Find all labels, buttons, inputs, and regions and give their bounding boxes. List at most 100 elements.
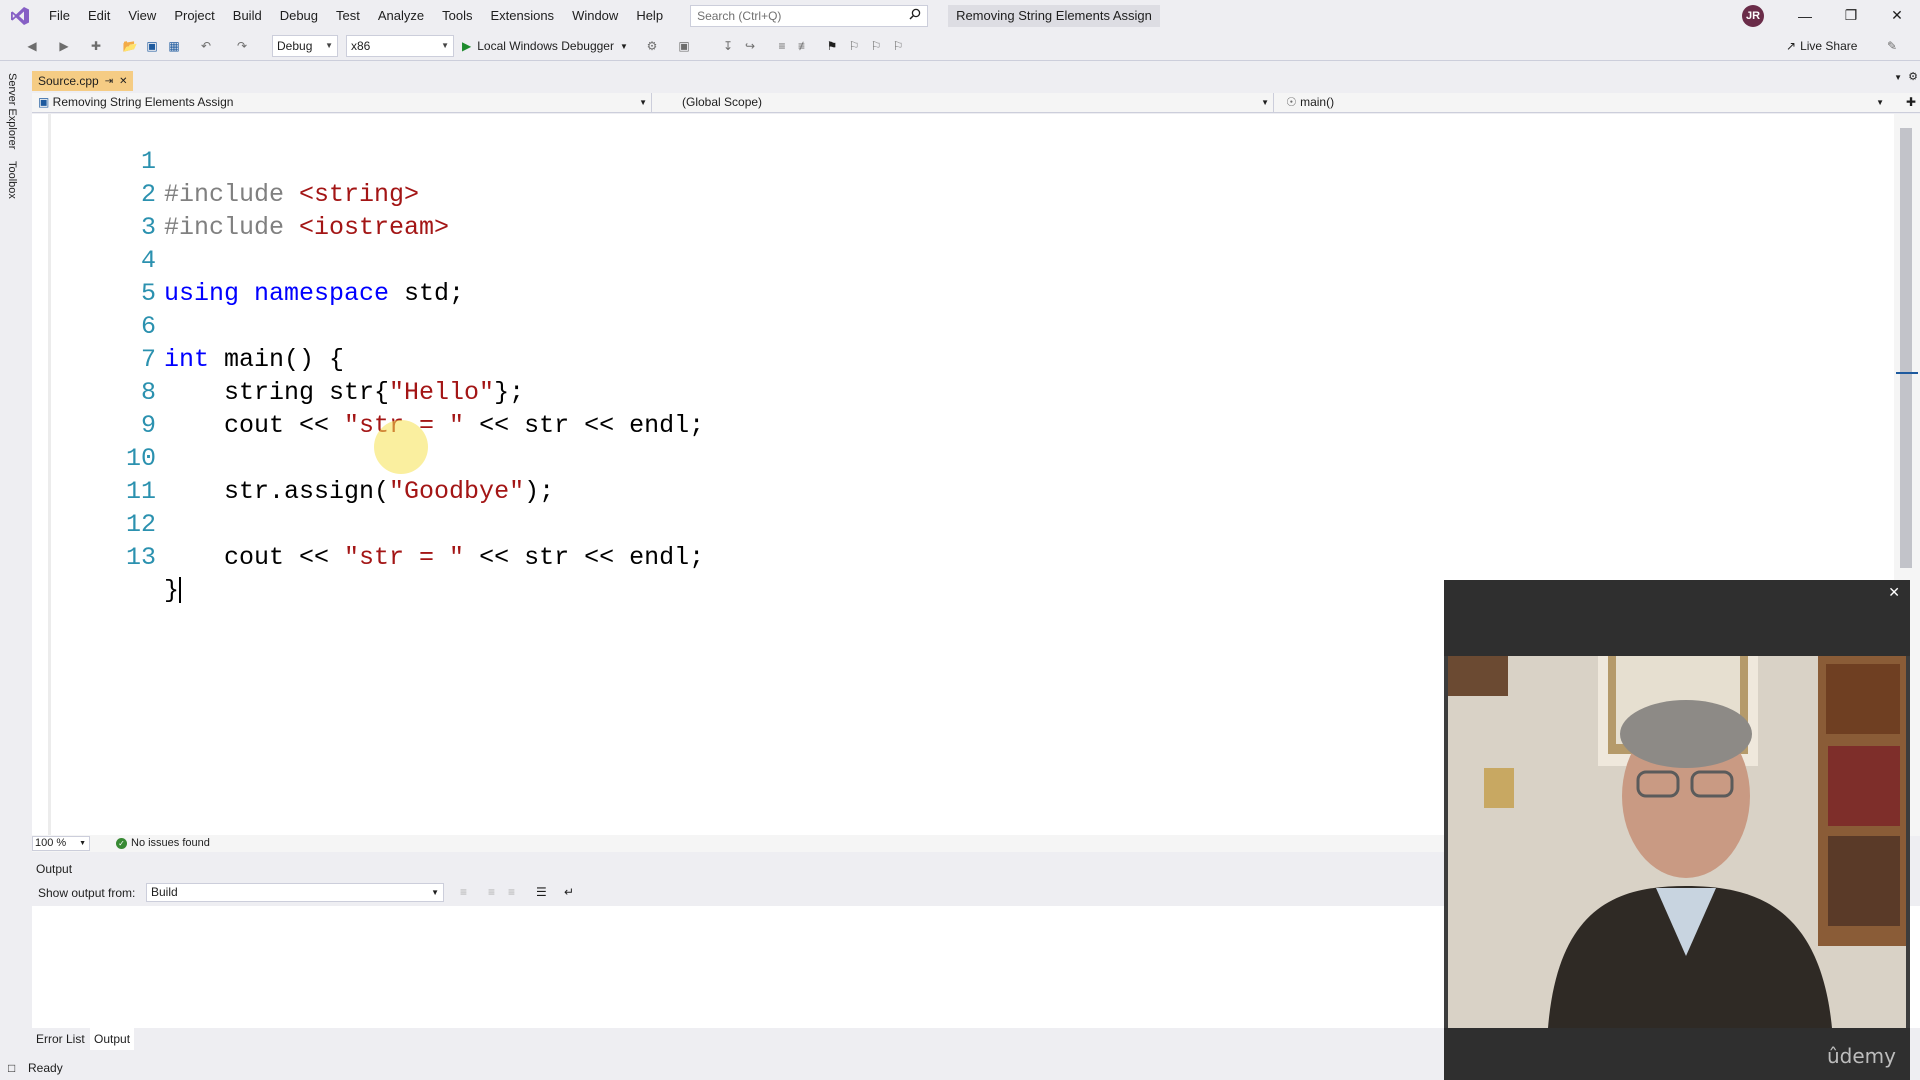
save-all-icon[interactable]: ▦ — [166, 38, 182, 54]
menu-view[interactable]: View — [119, 0, 165, 31]
line-text: str.assign("Goodbye"); — [164, 475, 554, 508]
next-bookmark-icon[interactable]: ⚐ — [868, 38, 884, 54]
restore-icon[interactable]: ❐ — [1828, 0, 1874, 31]
user-avatar[interactable]: JR — [1742, 5, 1764, 27]
find-message-icon[interactable]: ≡ — [460, 885, 467, 899]
udemy-logo: ûdemy — [1827, 1044, 1896, 1068]
menu-file[interactable]: File — [40, 0, 79, 31]
pin-icon[interactable]: ⇥ — [105, 76, 113, 87]
tab-overflow-icon[interactable]: ▼ — [1894, 73, 1902, 82]
project-icon: ▣ — [38, 95, 53, 109]
configuration-dropdown[interactable]: Debug ▼ — [272, 35, 338, 57]
token: }; — [494, 378, 525, 407]
scope-value: (Global Scope) — [682, 95, 763, 109]
live-share-button[interactable]: ↗ Live Share — [1786, 37, 1857, 55]
browser-link-icon[interactable]: ⚙ — [644, 38, 660, 54]
token: using — [164, 279, 240, 308]
platform-dropdown[interactable]: x86 ▼ — [346, 35, 454, 57]
code-line: 1 #include <string> — [32, 112, 419, 209]
menu-test[interactable]: Test — [327, 0, 369, 31]
menu-debug[interactable]: Debug — [271, 0, 327, 31]
bookmark-icon[interactable]: ⚑ — [824, 38, 840, 54]
uncomment-icon[interactable]: ≢ — [796, 38, 812, 54]
undo-icon[interactable]: ↶ — [198, 38, 214, 54]
code-line: 7 string str{"Hello"}; — [32, 310, 524, 407]
step-over-icon[interactable]: ↪ — [742, 38, 758, 54]
status-icon: □ — [8, 1061, 16, 1075]
code-line: 4 using namespace std; — [32, 211, 464, 308]
next-message-icon[interactable]: ≡ — [508, 885, 515, 899]
tab-error-list[interactable]: Error List — [32, 1028, 89, 1050]
step-into-icon[interactable]: ↧ — [720, 38, 736, 54]
issues-indicator[interactable]: ✓ No issues found — [116, 836, 210, 851]
issues-label: No issues found — [131, 837, 210, 849]
clear-all-icon[interactable]: ☰ — [536, 885, 547, 899]
mouse-cursor-highlight — [374, 420, 428, 474]
prev-bookmark-icon[interactable]: ⚐ — [846, 38, 862, 54]
start-debugging-button[interactable]: ▶ Local Windows Debugger ▼ — [462, 36, 628, 56]
menu-tools[interactable]: Tools — [433, 0, 481, 31]
document-tab-strip: Source.cpp ⇥ ✕ ▼ ⚙ — [32, 65, 1920, 93]
scope-dropdown[interactable]: (Global Scope) ▼ — [660, 93, 1274, 113]
project-value: Removing String Elements Assign — [52, 95, 234, 109]
project-dropdown[interactable]: ▣ Removing String Elements Assign ▼ — [32, 93, 652, 113]
toolbox-tab[interactable]: Toolbox — [6, 161, 18, 199]
prev-message-icon[interactable]: ≡ — [488, 885, 495, 899]
screenshot-icon[interactable]: ▣ — [676, 38, 692, 54]
word-wrap-icon[interactable]: ↵ — [564, 885, 574, 899]
search-placeholder: Search (Ctrl+Q) — [697, 8, 782, 23]
menu-extensions[interactable]: Extensions — [481, 0, 563, 31]
close-icon[interactable]: ✕ — [1888, 584, 1900, 601]
split-editor-icon[interactable]: ✚ — [1906, 95, 1916, 109]
redo-icon[interactable]: ↷ — [234, 38, 250, 54]
text-caret — [179, 577, 182, 604]
tab-label: Source.cpp — [38, 74, 99, 88]
chevron-down-icon: ▼ — [639, 98, 647, 107]
close-tab-icon[interactable]: ✕ — [119, 76, 127, 87]
configuration-value: Debug — [277, 39, 313, 53]
menu-help[interactable]: Help — [627, 0, 672, 31]
tab-output[interactable]: Output — [90, 1028, 135, 1050]
scrollbar-thumb[interactable] — [1900, 128, 1912, 568]
debugger-label: Local Windows Debugger — [477, 39, 614, 53]
clear-bookmarks-icon[interactable]: ⚐ — [890, 38, 906, 54]
menu-build[interactable]: Build — [224, 0, 271, 31]
close-window-icon[interactable]: ✕ — [1874, 0, 1920, 31]
line-text: string str{"Hello"}; — [164, 376, 524, 409]
chevron-down-icon: ▼ — [441, 41, 449, 50]
token: } — [164, 576, 180, 605]
presenter-video-frame — [1448, 656, 1906, 1028]
zoom-dropdown[interactable]: 100 % ▼ — [32, 836, 90, 851]
menu-analyze[interactable]: Analyze — [369, 0, 433, 31]
token: << str << endl; — [464, 543, 705, 572]
line-text: #include <string> — [164, 178, 419, 211]
chevron-down-icon: ▼ — [619, 41, 628, 51]
search-input[interactable]: Search (Ctrl+Q) — [690, 4, 929, 27]
new-project-icon[interactable]: ✚ — [88, 38, 104, 54]
member-dropdown[interactable]: ☉ main() ▼ — [1276, 93, 1888, 113]
feedback-icon[interactable]: ✎ — [1884, 38, 1900, 54]
code-line: 5 — [32, 244, 156, 308]
menu-edit[interactable]: Edit — [79, 0, 119, 31]
line-number: 13 — [125, 543, 156, 572]
comment-icon[interactable]: ≡ — [774, 38, 790, 54]
webcam-header: ✕ — [1444, 580, 1910, 656]
save-icon[interactable]: ▣ — [144, 38, 160, 54]
token: <iostream> — [284, 213, 450, 242]
zoom-value: 100 % — [35, 837, 67, 849]
menu-window[interactable]: Window — [563, 0, 627, 31]
navigate-forward-icon[interactable]: ▶ — [56, 38, 72, 54]
token: #include — [164, 213, 285, 242]
output-source-dropdown[interactable]: Build ▼ — [146, 883, 444, 902]
caret-position-marker — [1896, 372, 1918, 374]
navigate-back-icon[interactable]: ◀ — [24, 38, 40, 54]
open-file-icon[interactable]: 📂 — [122, 38, 138, 54]
tab-source-cpp[interactable]: Source.cpp ⇥ ✕ — [32, 71, 134, 91]
menu-project[interactable]: Project — [165, 0, 223, 31]
token: "Goodbye" — [389, 477, 525, 506]
method-icon: ☉ — [1286, 95, 1301, 109]
minimize-icon[interactable]: — — [1782, 0, 1828, 31]
server-explorer-tab[interactable]: Server Explorer — [6, 73, 18, 149]
code-line: 10 str.assign("Goodbye"); — [32, 409, 554, 506]
settings-icon[interactable]: ⚙ — [1908, 70, 1918, 83]
